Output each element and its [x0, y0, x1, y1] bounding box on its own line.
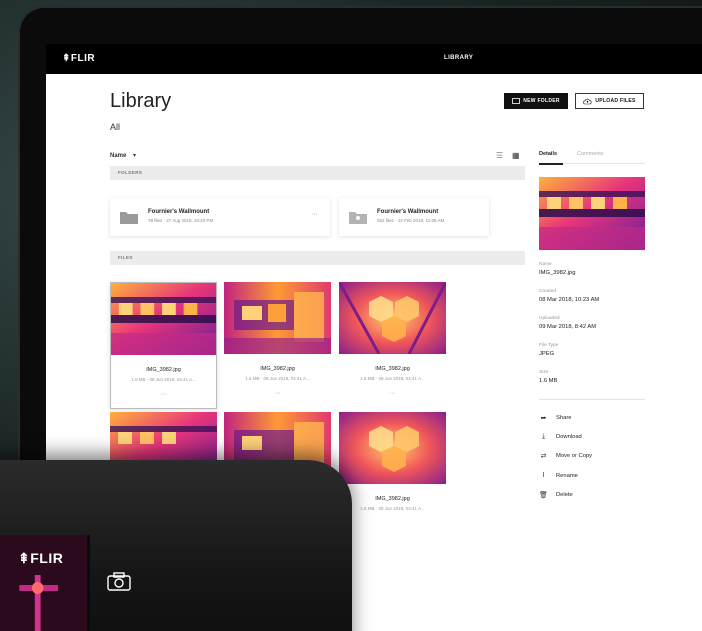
file-card[interactable]: IMG_3982.jpg 1.6 MB · 08 Jun 2018, 04:41… — [224, 282, 331, 409]
window-title: LIBRARY — [444, 55, 474, 61]
folder-card[interactable]: Fournier's Wallmount 352 files · 12 Feb … — [339, 198, 489, 236]
download-action[interactable]: ⤓ Download — [539, 433, 582, 441]
folder-name: Fournier's Wallmount — [377, 209, 439, 215]
thermal-image-thumbnail — [339, 412, 446, 484]
file-meta: 1.6 MB · 08 Jun 2018, 04:41 A... — [360, 506, 425, 511]
more-options-icon[interactable]: ··· — [224, 390, 331, 397]
tab-comments[interactable]: Comments — [577, 151, 604, 157]
created-value: 08 Mar 2018, 10:23 AM — [539, 297, 600, 303]
name-value: IMG_3982.jpg — [539, 270, 576, 276]
grid-view-icon[interactable]: ▦ — [512, 151, 520, 160]
more-options-icon[interactable]: ··· — [111, 391, 216, 398]
file-card[interactable]: IMG_3982.jpg 1.6 MB · 08 Jun 2018, 04:41… — [110, 282, 217, 409]
new-folder-button[interactable]: NEW FOLDER — [504, 93, 568, 109]
rename-action[interactable]: I Rename — [539, 472, 578, 479]
name-label: Name — [539, 262, 552, 267]
upload-cloud-icon — [583, 98, 592, 104]
sort-dropdown[interactable]: Name ▾ — [110, 152, 136, 159]
text-cursor-icon: I — [542, 472, 545, 479]
move-arrows-icon: ⇄ — [540, 453, 547, 460]
selected-image-preview — [539, 177, 645, 250]
filetype-label: File Type — [539, 343, 559, 348]
filetype-value: JPEG — [539, 351, 555, 357]
uploaded-value: 09 Mar 2018, 8:42 AM — [539, 324, 597, 330]
file-name: IMG_3982.jpg — [146, 367, 181, 373]
folder-meta: 352 files · 12 Feb 2018, 11:08 AM — [377, 218, 445, 223]
share-icon: ➦ — [540, 415, 547, 422]
created-label: Created — [539, 289, 557, 294]
folder-card[interactable]: Fournier's Wallmount 78 files · 27 Aug 2… — [110, 198, 330, 236]
details-tabs: Details Comments — [539, 146, 645, 165]
page-title: Library — [110, 90, 172, 112]
file-card[interactable]: IMG_3982.jpg 1.6 MB · 08 Jun 2018, 04:41… — [339, 412, 446, 539]
files-section-header: FILES — [110, 251, 525, 265]
folders-section-header: FOLDERS — [110, 166, 525, 180]
download-icon: ⤓ — [541, 433, 546, 440]
upload-files-button[interactable]: UPLOAD FILES — [575, 93, 644, 109]
thermal-image-thumbnail — [224, 282, 331, 354]
thermal-image-thumbnail — [111, 283, 216, 355]
top-bar: ⇞FLIR LIBRARY — [46, 44, 702, 74]
file-name: IMG_3982.jpg — [375, 496, 410, 502]
flir-flame-icon: ⇞ — [18, 550, 31, 566]
file-meta: 1.6 MB · 08 Jun 2018, 04:41 A... — [245, 376, 310, 381]
flir-logo[interactable]: ⇞FLIR — [62, 53, 95, 64]
list-view-icon[interactable]: ☰ — [496, 151, 503, 160]
file-card[interactable]: IMG_3982.jpg 1.6 MB · 08 Jun 2018, 04:41… — [339, 282, 446, 409]
size-value: 1.6 MB — [539, 378, 558, 384]
camera-flir-logo: ⇞FLIR — [18, 550, 64, 566]
file-name: IMG_3982.jpg — [260, 366, 295, 372]
move-copy-action[interactable]: ⇄ Move or Copy — [539, 452, 593, 460]
camera-shutter-icon[interactable] — [106, 570, 132, 592]
folder-icon — [120, 212, 138, 224]
trash-icon: 🗑 — [539, 492, 548, 499]
file-name: IMG_3982.jpg — [375, 366, 410, 372]
tab-details[interactable]: Details — [539, 151, 564, 165]
share-action[interactable]: ➦ Share — [539, 414, 572, 422]
uploaded-label: Uploaded — [539, 316, 560, 321]
delete-action[interactable]: 🗑 Delete — [539, 491, 573, 499]
folder-name: Fournier's Wallmount — [148, 209, 210, 215]
size-label: Size — [539, 370, 549, 375]
chevron-down-icon: ▾ — [133, 153, 137, 159]
file-meta: 1.6 MB · 08 Jun 2018, 04:41 A... — [360, 376, 425, 381]
file-meta: 1.6 MB · 08 Jun 2018, 04:41 A... — [131, 377, 196, 382]
divider — [539, 399, 645, 400]
more-options-icon[interactable]: ··· — [311, 211, 318, 218]
flir-flame-icon: ⇞ — [62, 53, 71, 64]
more-options-icon[interactable]: ··· — [339, 390, 446, 397]
shared-folder-icon — [349, 212, 367, 224]
thermal-image-thumbnail — [339, 282, 446, 354]
folder-meta: 78 files · 27 Aug 2018, 10:23 PM — [148, 218, 214, 223]
folder-icon — [512, 98, 521, 104]
breadcrumb: All — [110, 122, 121, 132]
